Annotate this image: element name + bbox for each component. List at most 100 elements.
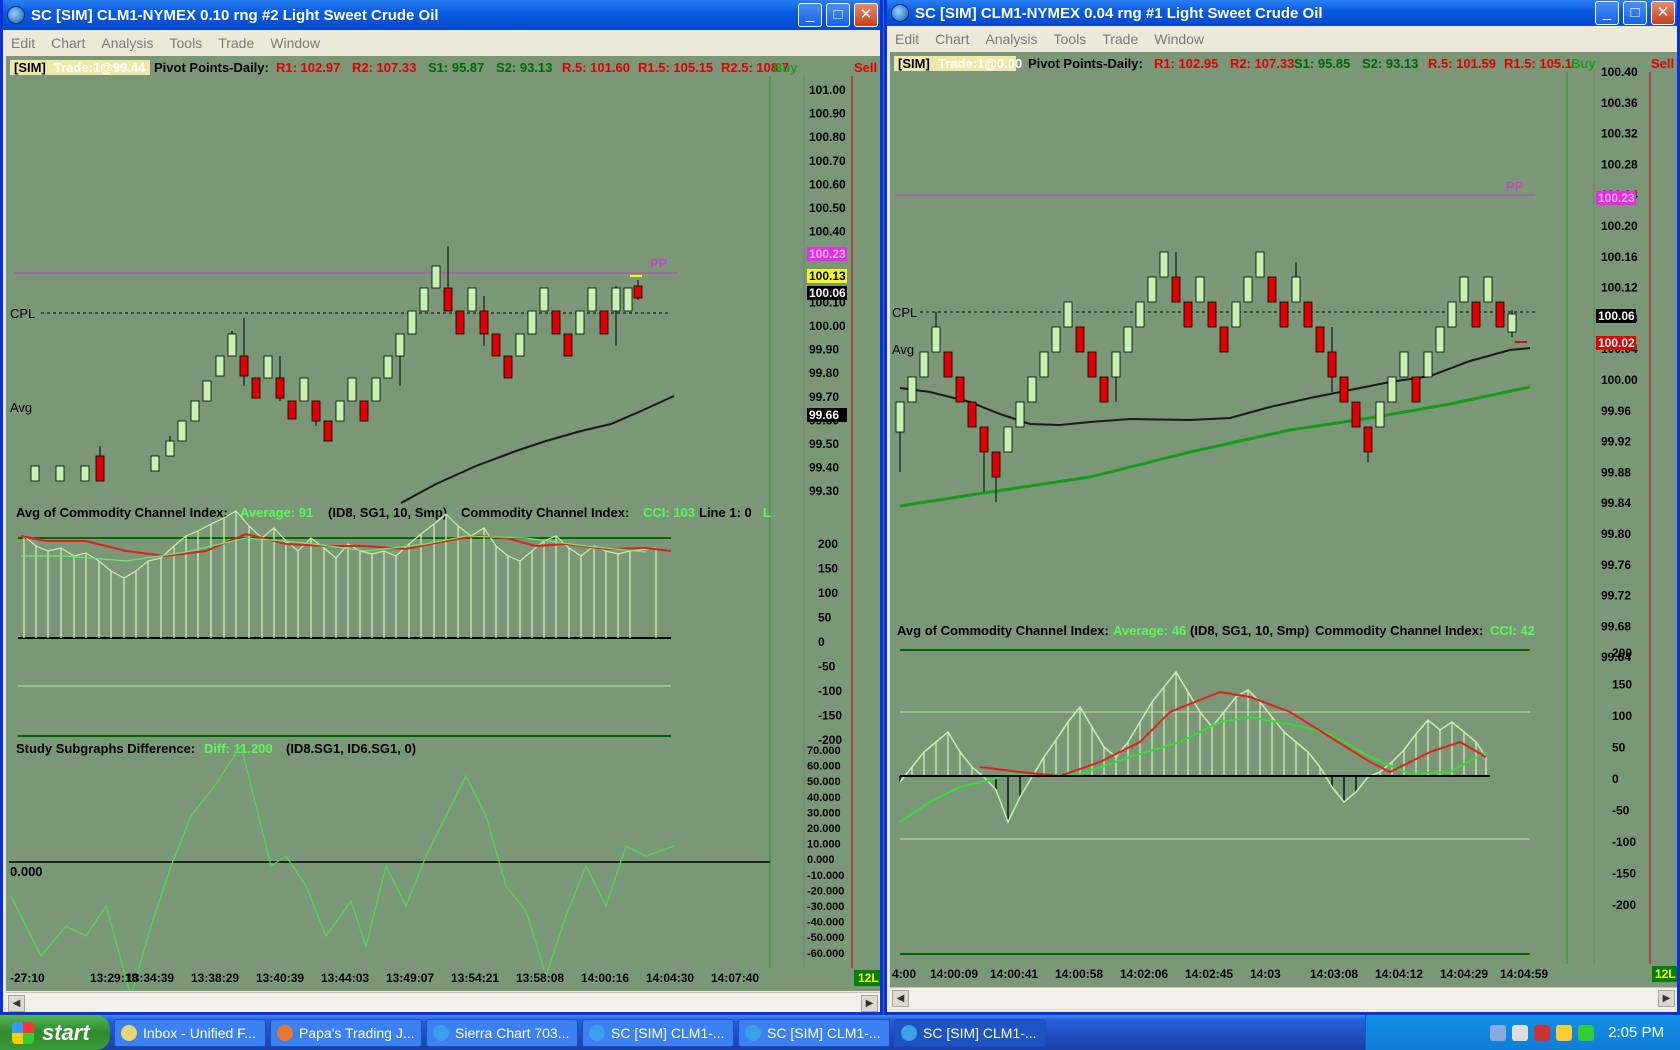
maximize-button[interactable]: □ <box>826 3 850 27</box>
candle-body <box>1183 301 1193 328</box>
cpl-label: CPL <box>10 306 35 321</box>
right-horizontal-scrollbar[interactable]: ◀ ▶ <box>890 987 1677 1009</box>
price-axis-label: 100.70 <box>809 154 846 168</box>
volume-icon[interactable] <box>1512 1024 1529 1041</box>
candle-body <box>575 310 585 335</box>
menu-trade[interactable]: Trade <box>210 35 262 51</box>
menu-window[interactable]: Window <box>262 35 328 51</box>
time-axis-label: 14:00:16 <box>581 971 629 985</box>
taskbar-item[interactable]: SC [SIM] CLM1-... <box>582 1018 734 1047</box>
time-axis-label: 13:54:21 <box>451 971 499 985</box>
right-chart-canvas[interactable]: [SIM] Trade:1@0.00 Pivot Points-Daily: R… <box>890 52 1677 987</box>
price-axis-label: 99.30 <box>809 484 839 498</box>
antivirus-icon[interactable] <box>1534 1024 1551 1041</box>
time-axis-label: 14:04:29 <box>1440 967 1488 981</box>
price-axis-label: 100.90 <box>809 107 846 121</box>
left-menu-bar: Edit Chart Analysis Tools Trade Window <box>3 30 880 56</box>
candle-body <box>1423 351 1433 378</box>
menu-analysis[interactable]: Analysis <box>977 31 1045 47</box>
close-button[interactable]: ✕ <box>1651 1 1675 25</box>
time-axis-label: 14:04:12 <box>1375 967 1423 981</box>
price-axis-label: 99.70 <box>809 390 839 404</box>
menu-tools[interactable]: Tools <box>1046 31 1095 47</box>
cpl-label: CPL <box>892 305 917 320</box>
sell-label[interactable]: Sell <box>854 60 877 75</box>
left-chart-canvas[interactable]: [SIM] Trade:1@99.44 Pivot Points-Daily: … <box>6 56 880 991</box>
left-chart-area[interactable]: [SIM] Trade:1@99.44 Pivot Points-Daily: … <box>6 56 880 991</box>
buy-label[interactable]: Buy <box>1571 56 1596 71</box>
time-axis-label: 13:44:03 <box>321 971 369 985</box>
right-chart-window[interactable]: SC [SIM] CLM1-NYMEX 0.04 rng #1 Light Sw… <box>884 0 1680 1015</box>
candle-body <box>1027 376 1037 403</box>
diff-axis-label: 60.000 <box>807 761 841 773</box>
candle-body <box>1111 351 1121 378</box>
taskbar-item[interactable]: SC [SIM] CLM1-... <box>894 1018 1046 1047</box>
trade-position: Trade:1@0.00 <box>938 56 1022 71</box>
minimize-button[interactable]: _ <box>1595 1 1619 25</box>
candle-body <box>1471 301 1481 328</box>
taskbar-item[interactable]: Inbox - Unified F... <box>114 1018 266 1047</box>
update-icon[interactable] <box>1556 1024 1573 1041</box>
menu-window[interactable]: Window <box>1146 31 1212 47</box>
pivot-s2: S2: 93.13 <box>496 60 552 75</box>
cci-value: CCI: 42 <box>1490 623 1535 638</box>
diff-axis-label: -10.000 <box>807 870 844 882</box>
candle-body <box>1123 326 1133 353</box>
pivot-r1: R1: 102.97 <box>276 60 340 75</box>
menu-edit[interactable]: Edit <box>3 35 43 51</box>
menu-tools[interactable]: Tools <box>162 35 211 51</box>
menu-trade[interactable]: Trade <box>1094 31 1146 47</box>
candle-body <box>1483 276 1493 303</box>
maximize-button[interactable]: □ <box>1623 1 1647 25</box>
cci-avg-name: Avg of Commodity Channel Index: <box>16 505 228 520</box>
taskbar-item[interactable]: SC [SIM] CLM1-... <box>738 1018 890 1047</box>
diff-axis-label: -60.000 <box>807 948 844 960</box>
candle-body <box>611 287 621 312</box>
pivot-r2: R2: 107.33 <box>1230 56 1294 71</box>
scroll-left-arrow[interactable]: ◀ <box>8 995 25 1012</box>
price-axis-label: 99.92 <box>1601 435 1631 449</box>
cci-axis-label: 150 <box>818 562 838 576</box>
pivots-label: Pivot Points-Daily: <box>154 60 269 75</box>
sierra-chart-globe-icon <box>433 1024 449 1041</box>
sell-label[interactable]: Sell <box>1651 56 1674 71</box>
scroll-right-arrow[interactable]: ▶ <box>1658 990 1675 1007</box>
candle-body <box>1159 251 1169 278</box>
candle-body <box>1219 326 1229 353</box>
candle-body <box>1243 276 1253 303</box>
network-icon[interactable] <box>1490 1024 1507 1041</box>
cci-axis-label: 200 <box>1612 646 1632 660</box>
menu-analysis[interactable]: Analysis <box>93 35 161 51</box>
scroll-left-arrow[interactable]: ◀ <box>892 990 909 1007</box>
avg-price-tag: 99.66 <box>809 408 839 422</box>
candle-body <box>1315 326 1325 353</box>
menu-chart[interactable]: Chart <box>927 31 977 47</box>
signal-icon[interactable] <box>1578 1024 1595 1041</box>
menu-edit[interactable]: Edit <box>887 31 927 47</box>
candle-body <box>347 377 357 402</box>
candle-body <box>599 310 609 335</box>
candle-body <box>967 401 977 428</box>
cci-avg-name: Avg of Commodity Channel Index: <box>897 623 1109 638</box>
time-axis-label: 14:04:59 <box>1500 967 1548 981</box>
start-button[interactable]: start <box>0 1015 110 1050</box>
left-title-bar[interactable]: SC [SIM] CLM1-NYMEX 0.10 rng #2 Light Sw… <box>3 0 880 30</box>
buy-label[interactable]: Buy <box>773 60 798 75</box>
cci-axis-label: -50 <box>1612 804 1630 818</box>
right-title-bar[interactable]: SC [SIM] CLM1-NYMEX 0.04 rng #1 Light Sw… <box>887 0 1677 26</box>
price-axis-label: 100.60 <box>809 177 846 191</box>
cci-line <box>899 670 1487 824</box>
left-chart-window[interactable]: SC [SIM] CLM1-NYMEX 0.10 rng #2 Light Sw… <box>0 0 883 1015</box>
scroll-right-arrow[interactable]: ▶ <box>861 995 878 1012</box>
sierra-chart-globe-icon <box>745 1024 761 1041</box>
minimize-button[interactable]: _ <box>798 3 822 27</box>
taskbar-item[interactable]: Papa's Trading J... <box>270 1018 422 1047</box>
left-horizontal-scrollbar[interactable]: ◀ ▶ <box>6 992 880 1012</box>
right-chart-area[interactable]: [SIM] Trade:1@0.00 Pivot Points-Daily: R… <box>890 52 1677 987</box>
time-axis-label: 14:02:06 <box>1120 967 1168 981</box>
taskbar-item[interactable]: Sierra Chart 703... <box>426 1018 578 1047</box>
close-button[interactable]: ✕ <box>854 3 878 27</box>
candle-body <box>515 333 525 357</box>
menu-chart[interactable]: Chart <box>43 35 93 51</box>
pp-label: PP <box>650 256 667 271</box>
